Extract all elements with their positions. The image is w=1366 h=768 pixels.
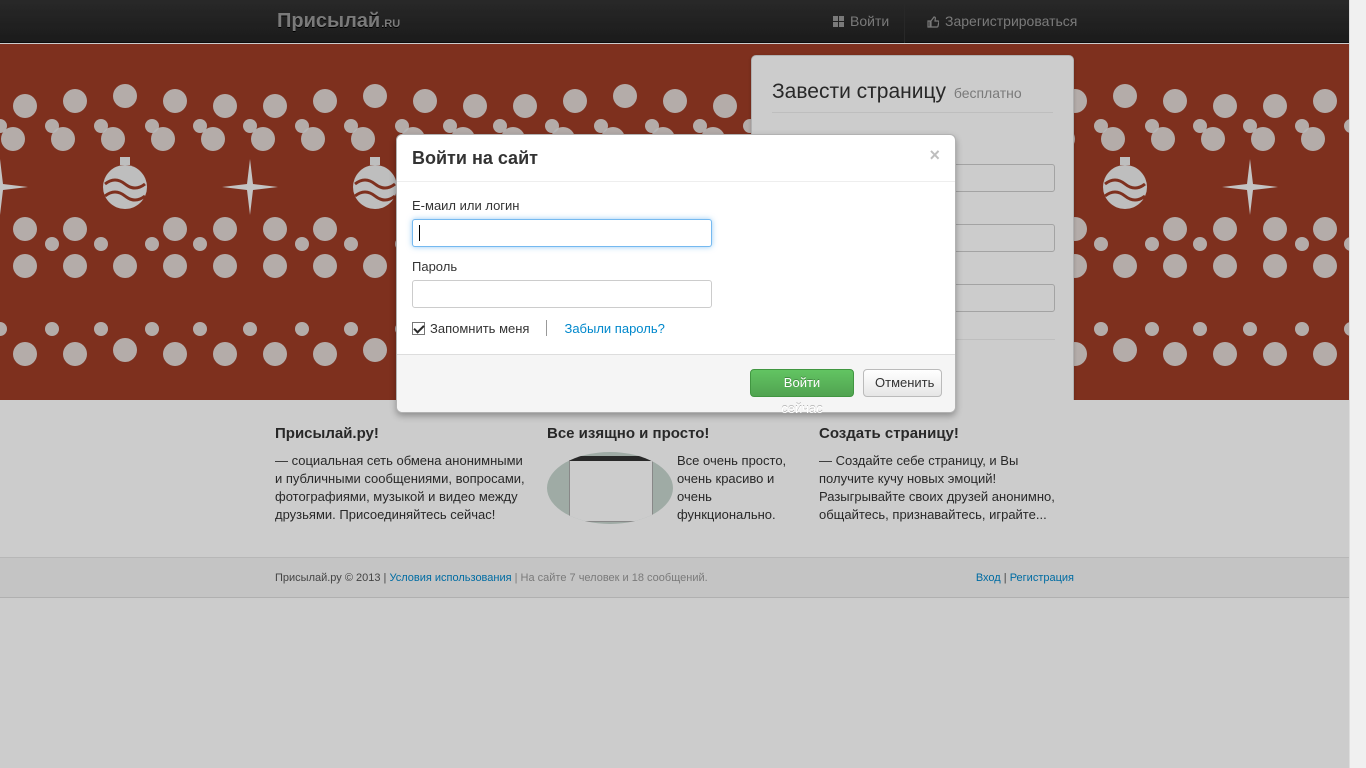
login-submit-button[interactable]: Войти сейчас xyxy=(750,369,854,416)
modal-body: Е-маил или логин Пароль Запомнить меня З… xyxy=(397,182,955,355)
email-label: Е-маил или логин xyxy=(412,198,520,213)
forgot-password-link[interactable]: Забыли пароль? xyxy=(564,321,664,336)
scrollbar[interactable] xyxy=(1349,0,1366,768)
email-field[interactable] xyxy=(412,219,712,247)
divider xyxy=(546,320,548,336)
remember-row: Запомнить меня Забыли пароль? xyxy=(412,320,940,336)
modal-footer: Войти сейчас Отменить xyxy=(397,354,955,416)
close-icon[interactable]: × xyxy=(929,145,940,166)
password-label: Пароль xyxy=(412,259,458,274)
remember-label[interactable]: Запомнить меня xyxy=(430,321,529,336)
login-modal: Войти на сайт × Е-маил или логин Пароль … xyxy=(396,134,956,416)
modal-header: Войти на сайт × xyxy=(397,135,955,182)
text-caret xyxy=(419,224,420,241)
cancel-button[interactable]: Отменить xyxy=(863,369,942,397)
password-field[interactable] xyxy=(412,280,712,308)
remember-checkbox[interactable] xyxy=(412,321,425,335)
modal-title: Войти на сайт xyxy=(412,148,538,168)
